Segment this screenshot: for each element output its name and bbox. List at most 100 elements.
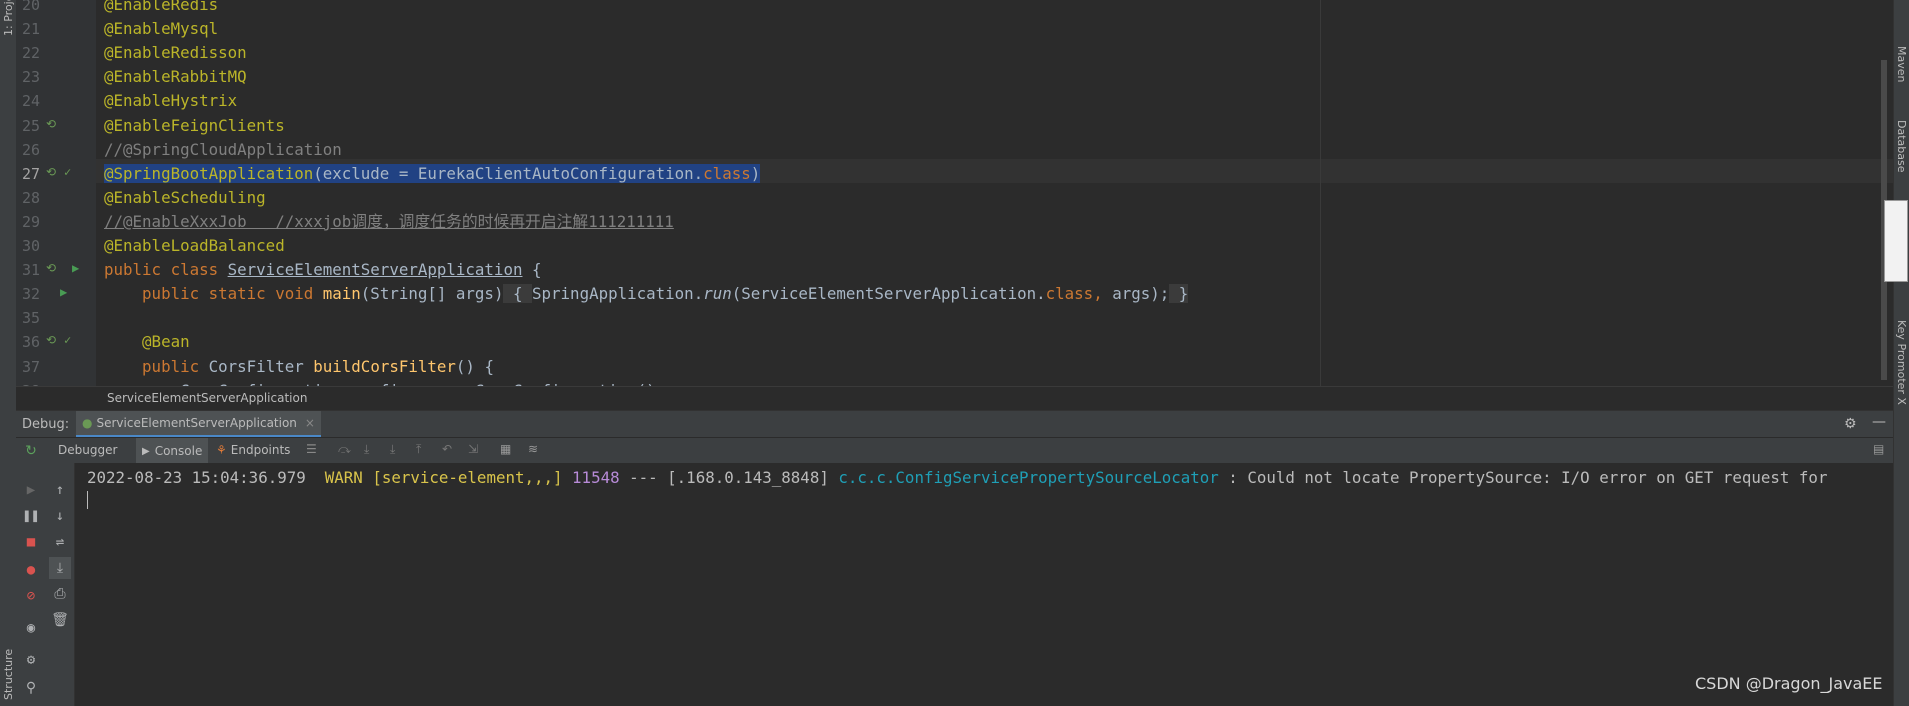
spring-bean-icon[interactable]: ✓ [64, 333, 71, 347]
trace-icon[interactable]: ≋ [528, 442, 538, 456]
debug-label: Debug: [22, 417, 70, 432]
settings-icon[interactable]: ⚙ [20, 649, 42, 671]
code-line[interactable]: @EnableHystrix [104, 89, 237, 113]
code-token: public static void [104, 284, 323, 304]
camera-icon[interactable]: ◉ [20, 617, 42, 639]
line-number[interactable]: 32 [16, 285, 40, 303]
code-line[interactable]: //@EnableXxxJob //xxxjob调度，调度任务的时候再开启注解1… [104, 210, 674, 234]
layout-icon[interactable]: ▤ [1873, 442, 1884, 456]
line-number[interactable]: 24 [16, 92, 40, 110]
project-tool-tab[interactable]: 1: Project [2, 0, 15, 36]
code-line[interactable]: @EnableMysql [104, 17, 218, 41]
line-number[interactable]: 31 [16, 261, 40, 279]
code-line[interactable]: @EnableScheduling [104, 186, 266, 210]
console-output[interactable]: 2022-08-23 15:04:36.979 WARN [service-el… [75, 463, 1893, 706]
code-line[interactable]: @EnableRabbitMQ [104, 65, 247, 89]
code-line[interactable]: @Bean [104, 330, 190, 354]
line-number[interactable]: 26 [16, 141, 40, 159]
code-token: } [1169, 284, 1189, 304]
pause-icon[interactable]: ❚❚ [20, 505, 42, 527]
print-icon[interactable]: ⎙ [49, 583, 71, 605]
structure-tool-tab[interactable]: Structure [2, 649, 15, 700]
code-line[interactable]: CorsConfiguration config = new CorsConfi… [104, 379, 665, 386]
database-tool-tab[interactable]: Database [1895, 120, 1908, 173]
debug-control-toolbar: ▶ ❚❚ ■ ● ⊘ ◉ ⚙ ⚲ [16, 463, 47, 706]
tab-menu-icon[interactable]: ☰ [306, 442, 317, 456]
line-number[interactable]: 30 [16, 237, 40, 255]
soft-wrap-icon[interactable]: ⇌ [49, 531, 71, 553]
step-over-icon[interactable]: ⤼ [338, 442, 351, 457]
run-to-cursor-icon[interactable]: ⇲ [468, 442, 478, 456]
force-step-into-icon[interactable]: ⤓ [390, 442, 395, 457]
code-line[interactable]: //@SpringCloudApplication [104, 138, 342, 162]
down-arrow-icon[interactable]: ↓ [49, 505, 71, 527]
code-token: run [703, 284, 732, 304]
spring-bean-icon[interactable]: ✓ [64, 165, 71, 179]
console-toolbar: ↑ ↓ ⇌ ⤓ ⎙ 🗑 [46, 463, 75, 706]
tab-console-label: Console [154, 444, 203, 458]
line-number[interactable]: 28 [16, 189, 40, 207]
code-token: main [322, 284, 361, 304]
minimize-icon[interactable]: — [1872, 414, 1886, 430]
code-token: class [703, 163, 751, 183]
code-token: //@EnableXxxJob //xxxjob调度，调度任务的时候再开启注解1… [104, 211, 674, 231]
line-number[interactable]: 20 [16, 0, 40, 14]
debug-panel-header: Debug: ● ServiceElementServerApplication… [16, 410, 1893, 438]
line-number[interactable]: 23 [16, 68, 40, 86]
resume-icon[interactable]: ▶ [20, 479, 42, 501]
code-token: buildCorsFilter [313, 356, 456, 376]
line-number[interactable]: 35 [16, 309, 40, 327]
line-number[interactable]: 25 [16, 117, 40, 135]
evaluate-icon[interactable]: ▦ [500, 442, 511, 456]
pin-icon[interactable]: ⚲ [20, 677, 42, 699]
tab-endpoints[interactable]: ⚘ Endpoints [216, 443, 290, 457]
code-line[interactable]: public CorsFilter buildCorsFilter() { [104, 355, 494, 379]
step-out-icon[interactable]: ⤒ [416, 442, 421, 457]
trash-icon[interactable]: 🗑 [49, 609, 71, 631]
log-token: c.c.c.ConfigServicePropertySourceLocator [838, 468, 1219, 487]
log-token: WARN [service-element,,,] [324, 468, 573, 487]
code-line[interactable]: @EnableRedis [104, 0, 218, 17]
code-line[interactable]: @EnableLoadBalanced [104, 234, 285, 258]
debug-session-tab[interactable]: ● ServiceElementServerApplication × [76, 411, 321, 438]
view-breakpoints-icon[interactable]: ● [20, 559, 42, 581]
line-number[interactable]: 27 [16, 165, 40, 183]
up-arrow-icon[interactable]: ↑ [49, 479, 71, 501]
code-token: (ServiceElementServerApplication. [731, 284, 1046, 304]
drop-frame-icon[interactable]: ↶ [442, 442, 452, 456]
breadcrumb-class[interactable]: ServiceElementServerApplication [107, 391, 307, 405]
run-class-icon[interactable]: ▶ [72, 261, 79, 275]
debug-tabs-bar: ↻ Debugger ▶ Console ⚘ Endpoints ☰ ⤼ ⤓ ⤓… [16, 437, 1893, 465]
maven-tool-tab[interactable]: Maven [1895, 46, 1908, 82]
bean-navigation-icon[interactable]: ⟲ [46, 117, 56, 131]
settings-icon[interactable]: ⚙ [1844, 416, 1857, 432]
line-number[interactable]: 36 [16, 333, 40, 351]
bean-navigation-icon[interactable]: ⟲ [46, 333, 56, 347]
run-main-icon[interactable]: ▶ [60, 285, 67, 299]
code-line[interactable]: @EnableRedisson [104, 41, 247, 65]
key-promoter-tool-tab[interactable]: Key Promoter X [1895, 320, 1908, 405]
spring-boot-icon: ● [82, 416, 93, 430]
code-editor[interactable]: 20 @EnableRedis 21 @EnableMysql 22 @EnableRed… [16, 0, 1893, 386]
mute-breakpoints-icon[interactable]: ⊘ [20, 585, 42, 607]
bean-navigation-icon[interactable]: ⟲ [46, 165, 56, 179]
stop-icon[interactable]: ■ [20, 531, 42, 553]
line-number[interactable]: 21 [16, 20, 40, 38]
endpoints-icon: ⚘ [216, 443, 227, 457]
code-line[interactable]: public class ServiceElementServerApplica… [104, 258, 542, 282]
code-line[interactable]: public static void main(String[] args) {… [104, 282, 1189, 306]
code-token: @SpringBootApplication [104, 163, 314, 183]
code-line[interactable]: @EnableFeignClients [104, 114, 285, 138]
editor-scrollbar[interactable] [1877, 0, 1889, 386]
step-into-icon[interactable]: ⤓ [364, 442, 369, 457]
tab-console[interactable]: ▶ Console [136, 438, 209, 464]
line-number[interactable]: 22 [16, 44, 40, 62]
tab-debugger[interactable]: Debugger [58, 443, 117, 457]
line-number[interactable]: 37 [16, 358, 40, 376]
line-number[interactable]: 29 [16, 213, 40, 231]
rerun-icon[interactable]: ↻ [16, 438, 46, 464]
code-line[interactable]: @SpringBootApplication(exclude = EurekaC… [104, 162, 761, 186]
spring-bean-icon[interactable]: ⟲ [46, 261, 56, 275]
scroll-to-end-icon[interactable]: ⤓ [49, 557, 71, 579]
close-tab-icon[interactable]: × [305, 416, 315, 430]
